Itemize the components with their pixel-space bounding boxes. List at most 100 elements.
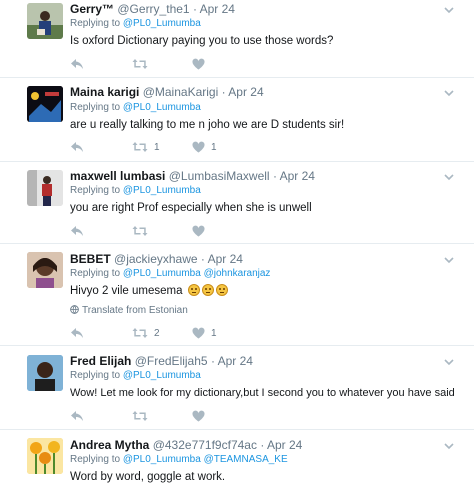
like-button[interactable]	[192, 224, 211, 238]
tweet-header: Fred Elijah @FredElijah5 · Apr 24	[70, 354, 253, 368]
username[interactable]: @LumbasiMaxwell	[169, 169, 270, 183]
replying-to-link-2[interactable]: @TEAMNASA_KE	[204, 454, 288, 465]
chevron-down-icon[interactable]	[442, 253, 456, 267]
tweet-item[interactable]: maxwell lumbasi @LumbasiMaxwell · Apr 24…	[0, 162, 474, 244]
tweet-item[interactable]: Fred Elijah @FredElijah5 · Apr 24 Replyi…	[0, 346, 474, 430]
replying-to-label: Replying to	[70, 185, 121, 196]
replying-to-link-2[interactable]: @johnkaranjaz	[204, 268, 271, 279]
replying-to: Replying to @PL0_Lumumba	[70, 102, 201, 114]
reply-icon	[71, 226, 83, 236]
tweet-header: maxwell lumbasi @LumbasiMaxwell · Apr 24	[70, 169, 315, 183]
display-name[interactable]: BEBET	[70, 252, 111, 266]
tweet-text: Hivyo 2 vile umesema	[70, 284, 228, 298]
tweet-text: you are right Prof especially when she i…	[70, 202, 312, 214]
avatar[interactable]	[27, 3, 63, 39]
tweet-item[interactable]: Gerry™ @Gerry_the1 · Apr 24 Replying to …	[0, 0, 474, 78]
retweet-button[interactable]	[132, 409, 154, 423]
retweet-icon	[132, 328, 148, 338]
like-button[interactable]	[192, 409, 211, 423]
heart-icon	[192, 58, 205, 70]
tweet-actions: 2 1	[70, 326, 330, 340]
replying-to: Replying to @PL0_Lumumba @johnkaranjaz	[70, 268, 270, 280]
display-name[interactable]: maxwell lumbasi	[70, 169, 165, 183]
chevron-down-icon[interactable]	[442, 439, 456, 453]
worried-face-emoji-icon	[187, 284, 200, 296]
replying-to-link[interactable]: @PL0_Lumumba	[123, 370, 201, 381]
replying-to-link[interactable]: @PL0_Lumumba	[123, 268, 201, 279]
reply-button[interactable]	[70, 140, 90, 154]
retweet-button[interactable]	[132, 57, 154, 71]
like-button[interactable]: 1	[192, 140, 217, 154]
tweet-text: Wow! Let me look for my dictionary,but I…	[70, 387, 455, 399]
chevron-down-icon[interactable]	[442, 170, 456, 184]
tweet-actions	[70, 409, 330, 423]
username[interactable]: @jackieyxhawe	[114, 252, 198, 266]
translate-label: Translate from Estonian	[82, 305, 188, 316]
tweet-actions	[70, 224, 330, 238]
reply-button[interactable]	[70, 326, 90, 340]
timestamp[interactable]: Apr 24	[208, 252, 243, 266]
retweet-count: 2	[154, 327, 160, 339]
translate-link[interactable]: Translate from Estonian	[70, 305, 188, 317]
replying-to: Replying to @PL0_Lumumba	[70, 370, 201, 382]
reply-button[interactable]	[70, 224, 90, 238]
timestamp[interactable]: Apr 24	[218, 354, 253, 368]
chevron-down-icon[interactable]	[442, 355, 456, 369]
chevron-down-icon[interactable]	[442, 3, 456, 17]
username[interactable]: @Gerry_the1	[117, 2, 189, 16]
timestamp[interactable]: Apr 24	[200, 2, 235, 16]
tweet-item[interactable]: BEBET @jackieyxhawe · Apr 24 Replying to…	[0, 244, 474, 346]
retweet-button[interactable]: 2	[132, 326, 160, 340]
like-count: 1	[211, 327, 217, 339]
replying-to: Replying to @PL0_Lumumba	[70, 18, 201, 30]
retweet-icon	[132, 59, 148, 69]
tweet-header: Andrea Mytha @432e771f9cf74ac · Apr 24	[70, 438, 303, 452]
display-name[interactable]: Fred Elijah	[70, 354, 131, 368]
replying-to-link[interactable]: @PL0_Lumumba	[123, 18, 201, 29]
timestamp[interactable]: Apr 24	[280, 169, 315, 183]
globe-icon	[70, 305, 79, 314]
heart-icon	[192, 225, 205, 237]
display-name[interactable]: Andrea Mytha	[70, 438, 149, 452]
tweet-item[interactable]: Andrea Mytha @432e771f9cf74ac · Apr 24 R…	[0, 430, 474, 495]
replying-to-link[interactable]: @PL0_Lumumba	[123, 102, 201, 113]
retweet-count: 1	[154, 141, 160, 153]
avatar[interactable]	[27, 438, 63, 474]
retweet-icon	[132, 226, 148, 236]
like-button[interactable]: 1	[192, 326, 217, 340]
avatar[interactable]	[27, 355, 63, 391]
replying-to-link[interactable]: @PL0_Lumumba	[123, 454, 201, 465]
avatar[interactable]	[27, 170, 63, 206]
worried-face-emoji-icon	[215, 284, 228, 296]
tweet-item[interactable]: Maina karigi @MainaKarigi · Apr 24 Reply…	[0, 78, 474, 162]
timestamp[interactable]: Apr 24	[228, 85, 263, 99]
heart-icon	[192, 327, 205, 339]
avatar[interactable]	[27, 86, 63, 122]
username[interactable]: @MainaKarigi	[143, 85, 219, 99]
timestamp[interactable]: Apr 24	[267, 438, 302, 452]
avatar[interactable]	[27, 252, 63, 288]
like-count: 1	[211, 141, 217, 153]
reply-button[interactable]	[70, 57, 90, 71]
username[interactable]: @FredElijah5	[135, 354, 208, 368]
tweet-text: are u really talking to me n joho we are…	[70, 119, 345, 131]
tweet-text-body: Hivyo 2 vile umesema	[70, 285, 183, 297]
reply-icon	[71, 411, 83, 421]
retweet-button[interactable]: 1	[132, 140, 160, 154]
replying-to-label: Replying to	[70, 370, 121, 381]
reply-button[interactable]	[70, 409, 90, 423]
like-button[interactable]	[192, 57, 211, 71]
worried-face-emoji-icon	[201, 284, 214, 296]
retweet-icon	[132, 142, 148, 152]
retweet-button[interactable]	[132, 224, 154, 238]
display-name[interactable]: Maina karigi	[70, 85, 139, 99]
chevron-down-icon[interactable]	[442, 86, 456, 100]
username[interactable]: @432e771f9cf74ac	[153, 438, 257, 452]
display-name[interactable]: Gerry™	[70, 2, 114, 16]
reply-icon	[71, 142, 83, 152]
replying-to-link[interactable]: @PL0_Lumumba	[123, 185, 201, 196]
retweet-icon	[132, 411, 148, 421]
tweet-actions: 1 1	[70, 140, 330, 154]
reply-icon	[71, 328, 83, 338]
reply-icon	[71, 59, 83, 69]
